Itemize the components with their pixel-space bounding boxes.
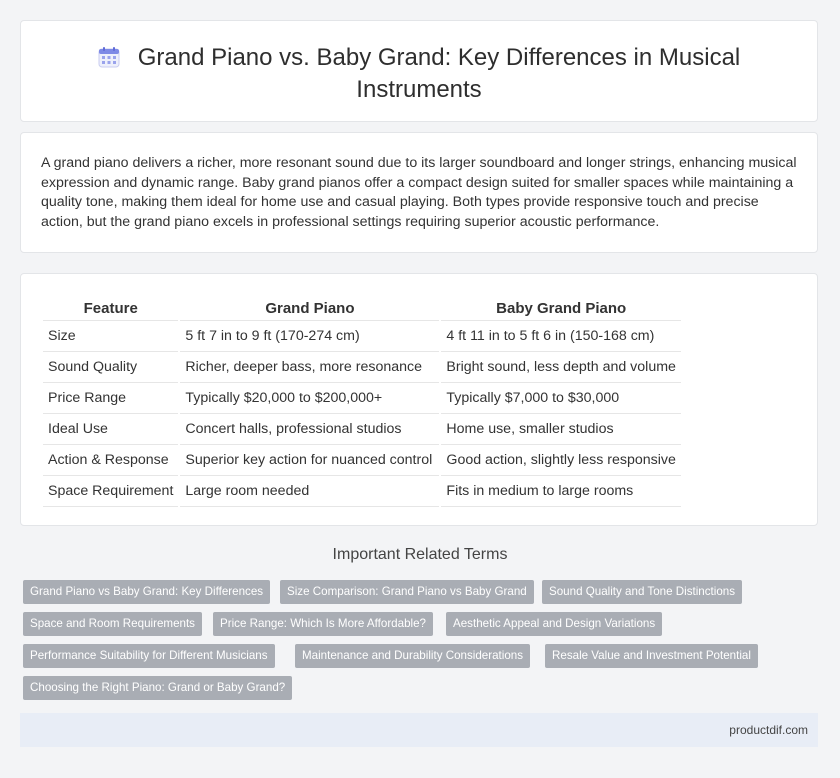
grand-cell: Large room needed (180, 476, 440, 507)
header-grand-piano: Grand Piano (180, 296, 440, 321)
related-tag[interactable]: Performance Suitability for Different Mu… (23, 644, 275, 668)
related-tag[interactable]: Aesthetic Appeal and Design Variations (446, 612, 663, 636)
baby-grand-cell: Bright sound, less depth and volume (441, 352, 681, 383)
table-row: Space Requirement Large room needed Fits… (43, 476, 681, 507)
table-row: Sound Quality Richer, deeper bass, more … (43, 352, 681, 383)
grand-cell: Superior key action for nuanced control (180, 445, 440, 476)
related-tag[interactable]: Grand Piano vs Baby Grand: Key Differenc… (23, 580, 271, 604)
baby-grand-cell: Fits in medium to large rooms (441, 476, 681, 507)
feature-cell: Space Requirement (43, 476, 179, 507)
header-baby-grand-piano: Baby Grand Piano (441, 296, 681, 321)
related-tag[interactable]: Space and Room Requirements (23, 612, 202, 636)
table-row: Size 5 ft 7 in to 9 ft (170-274 cm) 4 ft… (43, 321, 681, 352)
table-header-row: Feature Grand Piano Baby Grand Piano (43, 296, 681, 321)
grand-cell: Concert halls, professional studios (180, 414, 440, 445)
grand-cell: Typically $20,000 to $200,000+ (180, 383, 440, 414)
footer-site-link[interactable]: productdif.com (729, 723, 808, 737)
header-feature: Feature (43, 296, 179, 321)
header-card: Grand Piano vs. Baby Grand: Key Differen… (20, 20, 818, 122)
grand-cell: Richer, deeper bass, more resonance (180, 352, 440, 383)
related-tag[interactable]: Price Range: Which Is More Affordable? (213, 612, 433, 636)
table-row: Action & Response Superior key action fo… (43, 445, 681, 476)
page-title: Grand Piano vs. Baby Grand: Key Differen… (137, 44, 741, 103)
summary-text: A grand piano delivers a richer, more re… (41, 155, 797, 230)
baby-grand-cell: Good action, slightly less responsive (441, 445, 681, 476)
related-tag[interactable]: Choosing the Right Piano: Grand or Baby … (23, 676, 293, 700)
summary-card: A grand piano delivers a richer, more re… (20, 132, 818, 253)
comparison-table: Feature Grand Piano Baby Grand Piano Siz… (41, 296, 683, 507)
feature-cell: Ideal Use (43, 414, 179, 445)
grand-cell: 5 ft 7 in to 9 ft (170-274 cm) (180, 321, 440, 352)
table-row: Price Range Typically $20,000 to $200,00… (43, 383, 681, 414)
related-tag[interactable]: Size Comparison: Grand Piano vs Baby Gra… (280, 580, 534, 604)
feature-cell: Price Range (43, 383, 179, 414)
calendar-icon (98, 46, 120, 75)
baby-grand-cell: 4 ft 11 in to 5 ft 6 in (150-168 cm) (441, 321, 681, 352)
baby-grand-cell: Home use, smaller studios (441, 414, 681, 445)
table-row: Ideal Use Concert halls, professional st… (43, 414, 681, 445)
related-terms-heading: Important Related Terms (332, 546, 508, 563)
baby-grand-cell: Typically $7,000 to $30,000 (441, 383, 681, 414)
footer: productdif.com (20, 713, 818, 747)
related-tag[interactable]: Resale Value and Investment Potential (545, 644, 758, 668)
comparison-card: Feature Grand Piano Baby Grand Piano Siz… (20, 273, 818, 526)
page-title-wrap: Grand Piano vs. Baby Grand: Key Differen… (21, 43, 817, 104)
feature-cell: Action & Response (43, 445, 179, 476)
related-tag[interactable]: Maintenance and Durability Consideration… (295, 644, 531, 668)
feature-cell: Sound Quality (43, 352, 179, 383)
feature-cell: Size (43, 321, 179, 352)
related-tag[interactable]: Sound Quality and Tone Distinctions (542, 580, 743, 604)
